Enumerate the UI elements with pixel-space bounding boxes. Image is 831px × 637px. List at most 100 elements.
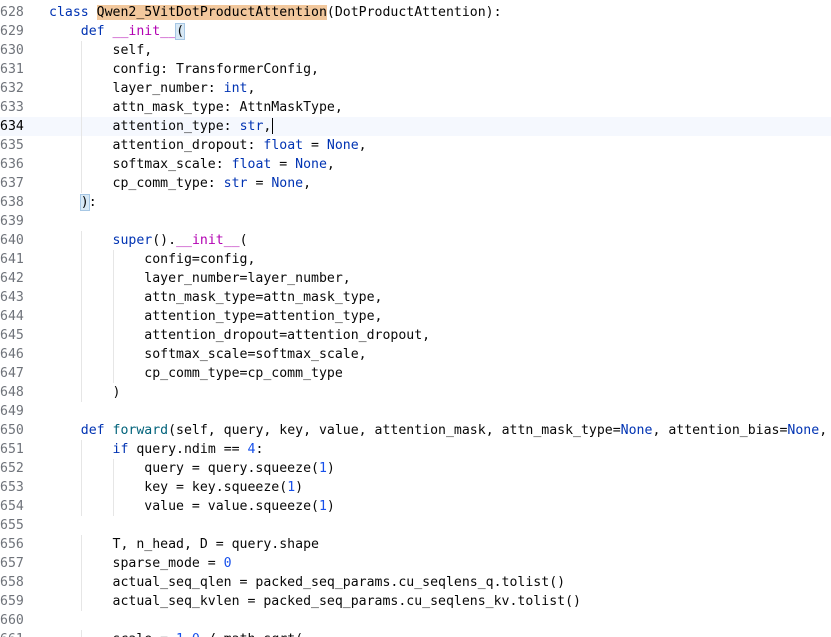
code-token: , packed_seq_params= (819, 423, 828, 438)
code-line[interactable]: 635 attention_dropout: float = None, (0, 136, 831, 155)
code-line[interactable]: 646 softmax_scale=softmax_scale, (0, 345, 831, 364)
line-number: 637 (0, 176, 24, 191)
code-line[interactable]: 632 layer_number: int, (0, 79, 831, 98)
code-text: attention_dropout=attention_dropout, (49, 326, 430, 345)
code-token: attn_mask_type=attn_mask_type, (49, 290, 383, 305)
code-line[interactable]: 659 actual_seq_kvlen = packed_seq_params… (0, 592, 831, 611)
code-token: (). (152, 233, 177, 248)
code-token: query.ndim == (136, 442, 248, 457)
code-line[interactable]: 631 config: TransformerConfig, (0, 60, 831, 79)
code-token: layer_number: (49, 81, 224, 96)
code-token: (self, query, key, value, attention_mask… (168, 423, 621, 438)
code-token: , (326, 157, 335, 172)
code-line[interactable]: 643 attn_mask_type=attn_mask_type, (0, 288, 831, 307)
line-number: 633 (0, 100, 24, 115)
code-token: softmax_scale=softmax_scale, (49, 347, 367, 362)
code-token: class (49, 5, 97, 20)
code-token: __init__ (176, 233, 240, 248)
code-line[interactable]: 634 attention_type: str, (0, 117, 831, 136)
code-text: self, (49, 41, 153, 60)
code-line[interactable]: 657 sparse_mode = 0 (0, 554, 831, 573)
code-line[interactable]: 648 ) (0, 383, 831, 402)
line-number: 629 (0, 24, 24, 39)
code-token: int (223, 81, 248, 96)
code-line[interactable]: 640 super().__init__( (0, 231, 831, 250)
code-text: cp_comm_type: str = None, (49, 174, 312, 193)
code-line[interactable]: 637 cp_comm_type: str = None, (0, 174, 831, 193)
code-text: softmax_scale: float = None, (49, 155, 335, 174)
code-text: attention_type: str, (49, 117, 274, 136)
code-editor[interactable]: 628 class Qwen2_5VitDotProductAttention(D… (0, 0, 831, 637)
code-token: = (271, 157, 296, 172)
code-line[interactable]: 630 self, (0, 41, 831, 60)
code-token: super (112, 233, 153, 248)
code-line[interactable]: 645 attention_dropout=attention_dropout, (0, 326, 831, 345)
code-line[interactable]: 628 class Qwen2_5VitDotProductAttention(D… (0, 3, 831, 22)
code-line[interactable]: 641 config=config, (0, 250, 831, 269)
line-number: 632 (0, 81, 24, 96)
code-token: attention_type=attention_type, (49, 309, 383, 324)
line-number: 659 (0, 594, 24, 609)
code-token: attn_mask_type: AttnMaskType, (49, 100, 343, 115)
code-line[interactable]: 660 (0, 611, 831, 630)
code-text: query = query.squeeze(1) (49, 459, 335, 478)
code-line[interactable]: 633 attn_mask_type: AttnMaskType, (0, 98, 831, 117)
code-text: key = key.squeeze(1) (49, 478, 303, 497)
line-number: 634 (0, 119, 24, 134)
code-line[interactable]: 642 layer_number=layer_number, (0, 269, 831, 288)
code-text: cp_comm_type=cp_comm_type (49, 364, 343, 383)
code-token: def (80, 423, 113, 438)
code-token: : (255, 442, 264, 457)
code-text: attention_type=attention_type, (49, 307, 382, 326)
code-token: (DotProductAttention): (326, 5, 502, 20)
code-line[interactable]: 649 (0, 402, 831, 421)
code-token: ( (175, 23, 186, 40)
code-token: ) (295, 480, 304, 495)
text-caret (272, 118, 274, 134)
line-number: 628 (0, 5, 24, 20)
code-token: softmax_scale: (49, 157, 232, 172)
line-number: 647 (0, 366, 24, 381)
code-token: attention_type: (49, 119, 240, 134)
code-line[interactable]: 650 def forward(self, query, key, value,… (0, 421, 831, 440)
code-line[interactable]: 654 value = value.squeeze(1) (0, 497, 831, 516)
code-text: value = value.squeeze(1) (49, 497, 335, 516)
code-text: class Qwen2_5VitDotProductAttention(DotP… (49, 3, 502, 22)
code-line[interactable]: 639 (0, 212, 831, 231)
code-line[interactable]: 653 key = key.squeeze(1) (0, 478, 831, 497)
line-number: 639 (0, 214, 24, 229)
code-token: None (295, 157, 327, 172)
line-number: 646 (0, 347, 24, 362)
code-token: ) (326, 461, 335, 476)
code-line[interactable]: 636 softmax_scale: float = None, (0, 155, 831, 174)
line-number: 641 (0, 252, 24, 267)
line-number: 636 (0, 157, 24, 172)
code-token: / math.sqrt( (200, 632, 303, 637)
code-token: , (358, 138, 367, 153)
code-line[interactable]: 644 attention_type=attention_type, (0, 307, 831, 326)
code-line[interactable]: 655 (0, 516, 831, 535)
code-line[interactable]: 656 T, n_head, D = query.shape (0, 535, 831, 554)
code-text: def __init__( (49, 22, 186, 41)
code-token: , (303, 176, 312, 191)
code-line[interactable]: 661 scale = 1.0 / math.sqrt( (0, 630, 831, 637)
code-token: 1 (318, 461, 327, 476)
code-text: sparse_mode = 0 (49, 554, 232, 573)
code-text: if query.ndim == 4: (49, 440, 264, 459)
code-line[interactable]: 647 cp_comm_type=cp_comm_type (0, 364, 831, 383)
code-line[interactable]: 652 query = query.squeeze(1) (0, 459, 831, 478)
code-line[interactable]: 629 def __init__( (0, 22, 831, 41)
line-number: 631 (0, 62, 24, 77)
line-number: 660 (0, 613, 24, 628)
code-line[interactable]: 651 if query.ndim == 4: (0, 440, 831, 459)
code-token: , (263, 119, 272, 134)
code-token: = (247, 176, 272, 191)
code-line[interactable]: 658 actual_seq_qlen = packed_seq_params.… (0, 573, 831, 592)
code-text: actual_seq_kvlen = packed_seq_params.cu_… (49, 592, 581, 611)
code-token: ) (326, 499, 335, 514)
code-line[interactable]: 638 ): (0, 193, 831, 212)
